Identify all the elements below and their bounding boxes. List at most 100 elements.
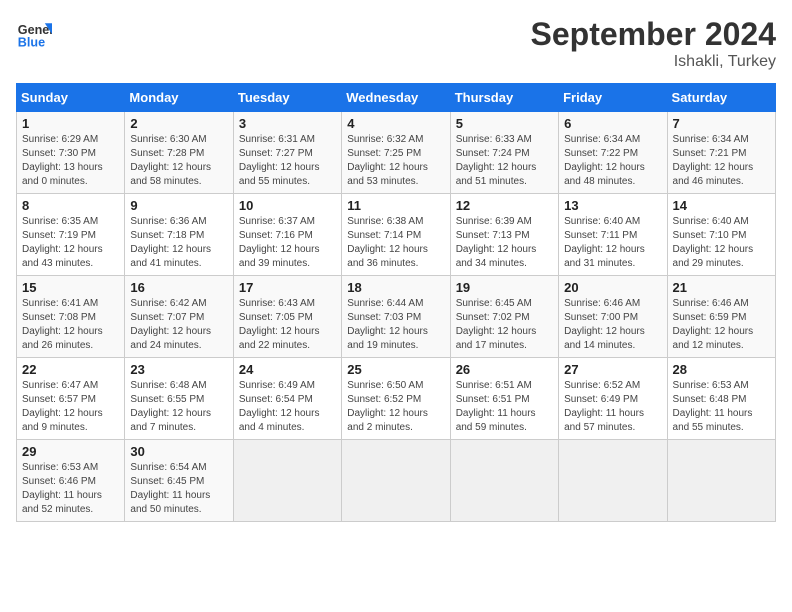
day-number: 5: [456, 116, 553, 131]
day-info: Sunrise: 6:50 AM Sunset: 6:52 PM Dayligh…: [347, 379, 444, 435]
day-number: 15: [22, 280, 119, 295]
day-number: 30: [130, 444, 227, 459]
calendar-header: SundayMondayTuesdayWednesdayThursdayFrid…: [17, 84, 776, 112]
day-number: 16: [130, 280, 227, 295]
day-info: Sunrise: 6:41 AM Sunset: 7:08 PM Dayligh…: [22, 297, 119, 353]
calendar-cell: 2 Sunrise: 6:30 AM Sunset: 7:28 PM Dayli…: [125, 112, 233, 194]
day-info: Sunrise: 6:53 AM Sunset: 6:46 PM Dayligh…: [22, 461, 119, 517]
calendar-cell: [342, 440, 450, 522]
calendar-cell: 6 Sunrise: 6:34 AM Sunset: 7:22 PM Dayli…: [559, 112, 667, 194]
calendar-cell: 30 Sunrise: 6:54 AM Sunset: 6:45 PM Dayl…: [125, 440, 233, 522]
calendar-cell: 23 Sunrise: 6:48 AM Sunset: 6:55 PM Dayl…: [125, 358, 233, 440]
calendar-cell: 22 Sunrise: 6:47 AM Sunset: 6:57 PM Dayl…: [17, 358, 125, 440]
weekday-header: Tuesday: [233, 84, 341, 112]
day-info: Sunrise: 6:49 AM Sunset: 6:54 PM Dayligh…: [239, 379, 336, 435]
calendar-cell: 21 Sunrise: 6:46 AM Sunset: 6:59 PM Dayl…: [667, 276, 775, 358]
day-number: 17: [239, 280, 336, 295]
day-info: Sunrise: 6:43 AM Sunset: 7:05 PM Dayligh…: [239, 297, 336, 353]
calendar-cell: 9 Sunrise: 6:36 AM Sunset: 7:18 PM Dayli…: [125, 194, 233, 276]
calendar-cell: 20 Sunrise: 6:46 AM Sunset: 7:00 PM Dayl…: [559, 276, 667, 358]
day-number: 9: [130, 198, 227, 213]
calendar-cell: 4 Sunrise: 6:32 AM Sunset: 7:25 PM Dayli…: [342, 112, 450, 194]
day-info: Sunrise: 6:45 AM Sunset: 7:02 PM Dayligh…: [456, 297, 553, 353]
weekday-header: Saturday: [667, 84, 775, 112]
day-number: 20: [564, 280, 661, 295]
calendar-cell: [559, 440, 667, 522]
weekday-header: Monday: [125, 84, 233, 112]
calendar-cell: [450, 440, 558, 522]
calendar-cell: 11 Sunrise: 6:38 AM Sunset: 7:14 PM Dayl…: [342, 194, 450, 276]
calendar-week-row: 22 Sunrise: 6:47 AM Sunset: 6:57 PM Dayl…: [17, 358, 776, 440]
day-info: Sunrise: 6:46 AM Sunset: 7:00 PM Dayligh…: [564, 297, 661, 353]
day-info: Sunrise: 6:44 AM Sunset: 7:03 PM Dayligh…: [347, 297, 444, 353]
logo: General Blue: [16, 16, 52, 52]
day-info: Sunrise: 6:48 AM Sunset: 6:55 PM Dayligh…: [130, 379, 227, 435]
day-number: 12: [456, 198, 553, 213]
day-number: 6: [564, 116, 661, 131]
calendar-cell: 29 Sunrise: 6:53 AM Sunset: 6:46 PM Dayl…: [17, 440, 125, 522]
logo-icon: General Blue: [16, 16, 52, 52]
day-info: Sunrise: 6:40 AM Sunset: 7:11 PM Dayligh…: [564, 215, 661, 271]
calendar-week-row: 8 Sunrise: 6:35 AM Sunset: 7:19 PM Dayli…: [17, 194, 776, 276]
calendar-cell: 26 Sunrise: 6:51 AM Sunset: 6:51 PM Dayl…: [450, 358, 558, 440]
day-info: Sunrise: 6:36 AM Sunset: 7:18 PM Dayligh…: [130, 215, 227, 271]
calendar-week-row: 29 Sunrise: 6:53 AM Sunset: 6:46 PM Dayl…: [17, 440, 776, 522]
weekday-header: Wednesday: [342, 84, 450, 112]
day-info: Sunrise: 6:34 AM Sunset: 7:22 PM Dayligh…: [564, 133, 661, 189]
calendar-cell: 10 Sunrise: 6:37 AM Sunset: 7:16 PM Dayl…: [233, 194, 341, 276]
calendar-cell: 12 Sunrise: 6:39 AM Sunset: 7:13 PM Dayl…: [450, 194, 558, 276]
weekday-header: Sunday: [17, 84, 125, 112]
day-info: Sunrise: 6:40 AM Sunset: 7:10 PM Dayligh…: [673, 215, 770, 271]
calendar-cell: 28 Sunrise: 6:53 AM Sunset: 6:48 PM Dayl…: [667, 358, 775, 440]
day-info: Sunrise: 6:53 AM Sunset: 6:48 PM Dayligh…: [673, 379, 770, 435]
day-number: 21: [673, 280, 770, 295]
day-number: 4: [347, 116, 444, 131]
day-number: 11: [347, 198, 444, 213]
calendar-cell: 15 Sunrise: 6:41 AM Sunset: 7:08 PM Dayl…: [17, 276, 125, 358]
day-number: 8: [22, 198, 119, 213]
day-info: Sunrise: 6:33 AM Sunset: 7:24 PM Dayligh…: [456, 133, 553, 189]
month-title: September 2024: [531, 16, 776, 53]
title-block: September 2024 Ishakli, Turkey: [531, 16, 776, 71]
calendar-cell: 17 Sunrise: 6:43 AM Sunset: 7:05 PM Dayl…: [233, 276, 341, 358]
day-number: 26: [456, 362, 553, 377]
day-number: 29: [22, 444, 119, 459]
day-number: 27: [564, 362, 661, 377]
day-number: 28: [673, 362, 770, 377]
calendar-cell: 14 Sunrise: 6:40 AM Sunset: 7:10 PM Dayl…: [667, 194, 775, 276]
day-info: Sunrise: 6:42 AM Sunset: 7:07 PM Dayligh…: [130, 297, 227, 353]
weekday-header: Friday: [559, 84, 667, 112]
day-info: Sunrise: 6:54 AM Sunset: 6:45 PM Dayligh…: [130, 461, 227, 517]
day-info: Sunrise: 6:51 AM Sunset: 6:51 PM Dayligh…: [456, 379, 553, 435]
calendar-cell: 27 Sunrise: 6:52 AM Sunset: 6:49 PM Dayl…: [559, 358, 667, 440]
day-number: 1: [22, 116, 119, 131]
svg-text:Blue: Blue: [18, 36, 45, 50]
calendar-cell: 1 Sunrise: 6:29 AM Sunset: 7:30 PM Dayli…: [17, 112, 125, 194]
day-info: Sunrise: 6:52 AM Sunset: 6:49 PM Dayligh…: [564, 379, 661, 435]
calendar-cell: 5 Sunrise: 6:33 AM Sunset: 7:24 PM Dayli…: [450, 112, 558, 194]
calendar-cell: 18 Sunrise: 6:44 AM Sunset: 7:03 PM Dayl…: [342, 276, 450, 358]
location-subtitle: Ishakli, Turkey: [531, 53, 776, 71]
calendar-week-row: 15 Sunrise: 6:41 AM Sunset: 7:08 PM Dayl…: [17, 276, 776, 358]
calendar-cell: 16 Sunrise: 6:42 AM Sunset: 7:07 PM Dayl…: [125, 276, 233, 358]
calendar-table: SundayMondayTuesdayWednesdayThursdayFrid…: [16, 83, 776, 522]
page-header: General Blue September 2024 Ishakli, Tur…: [16, 16, 776, 71]
calendar-cell: [233, 440, 341, 522]
day-info: Sunrise: 6:34 AM Sunset: 7:21 PM Dayligh…: [673, 133, 770, 189]
day-number: 14: [673, 198, 770, 213]
day-info: Sunrise: 6:39 AM Sunset: 7:13 PM Dayligh…: [456, 215, 553, 271]
day-info: Sunrise: 6:35 AM Sunset: 7:19 PM Dayligh…: [22, 215, 119, 271]
calendar-cell: 8 Sunrise: 6:35 AM Sunset: 7:19 PM Dayli…: [17, 194, 125, 276]
calendar-cell: 7 Sunrise: 6:34 AM Sunset: 7:21 PM Dayli…: [667, 112, 775, 194]
weekday-header: Thursday: [450, 84, 558, 112]
day-number: 18: [347, 280, 444, 295]
day-number: 19: [456, 280, 553, 295]
day-number: 3: [239, 116, 336, 131]
day-info: Sunrise: 6:31 AM Sunset: 7:27 PM Dayligh…: [239, 133, 336, 189]
day-number: 25: [347, 362, 444, 377]
day-info: Sunrise: 6:46 AM Sunset: 6:59 PM Dayligh…: [673, 297, 770, 353]
calendar-cell: 19 Sunrise: 6:45 AM Sunset: 7:02 PM Dayl…: [450, 276, 558, 358]
day-info: Sunrise: 6:38 AM Sunset: 7:14 PM Dayligh…: [347, 215, 444, 271]
day-number: 7: [673, 116, 770, 131]
day-number: 24: [239, 362, 336, 377]
